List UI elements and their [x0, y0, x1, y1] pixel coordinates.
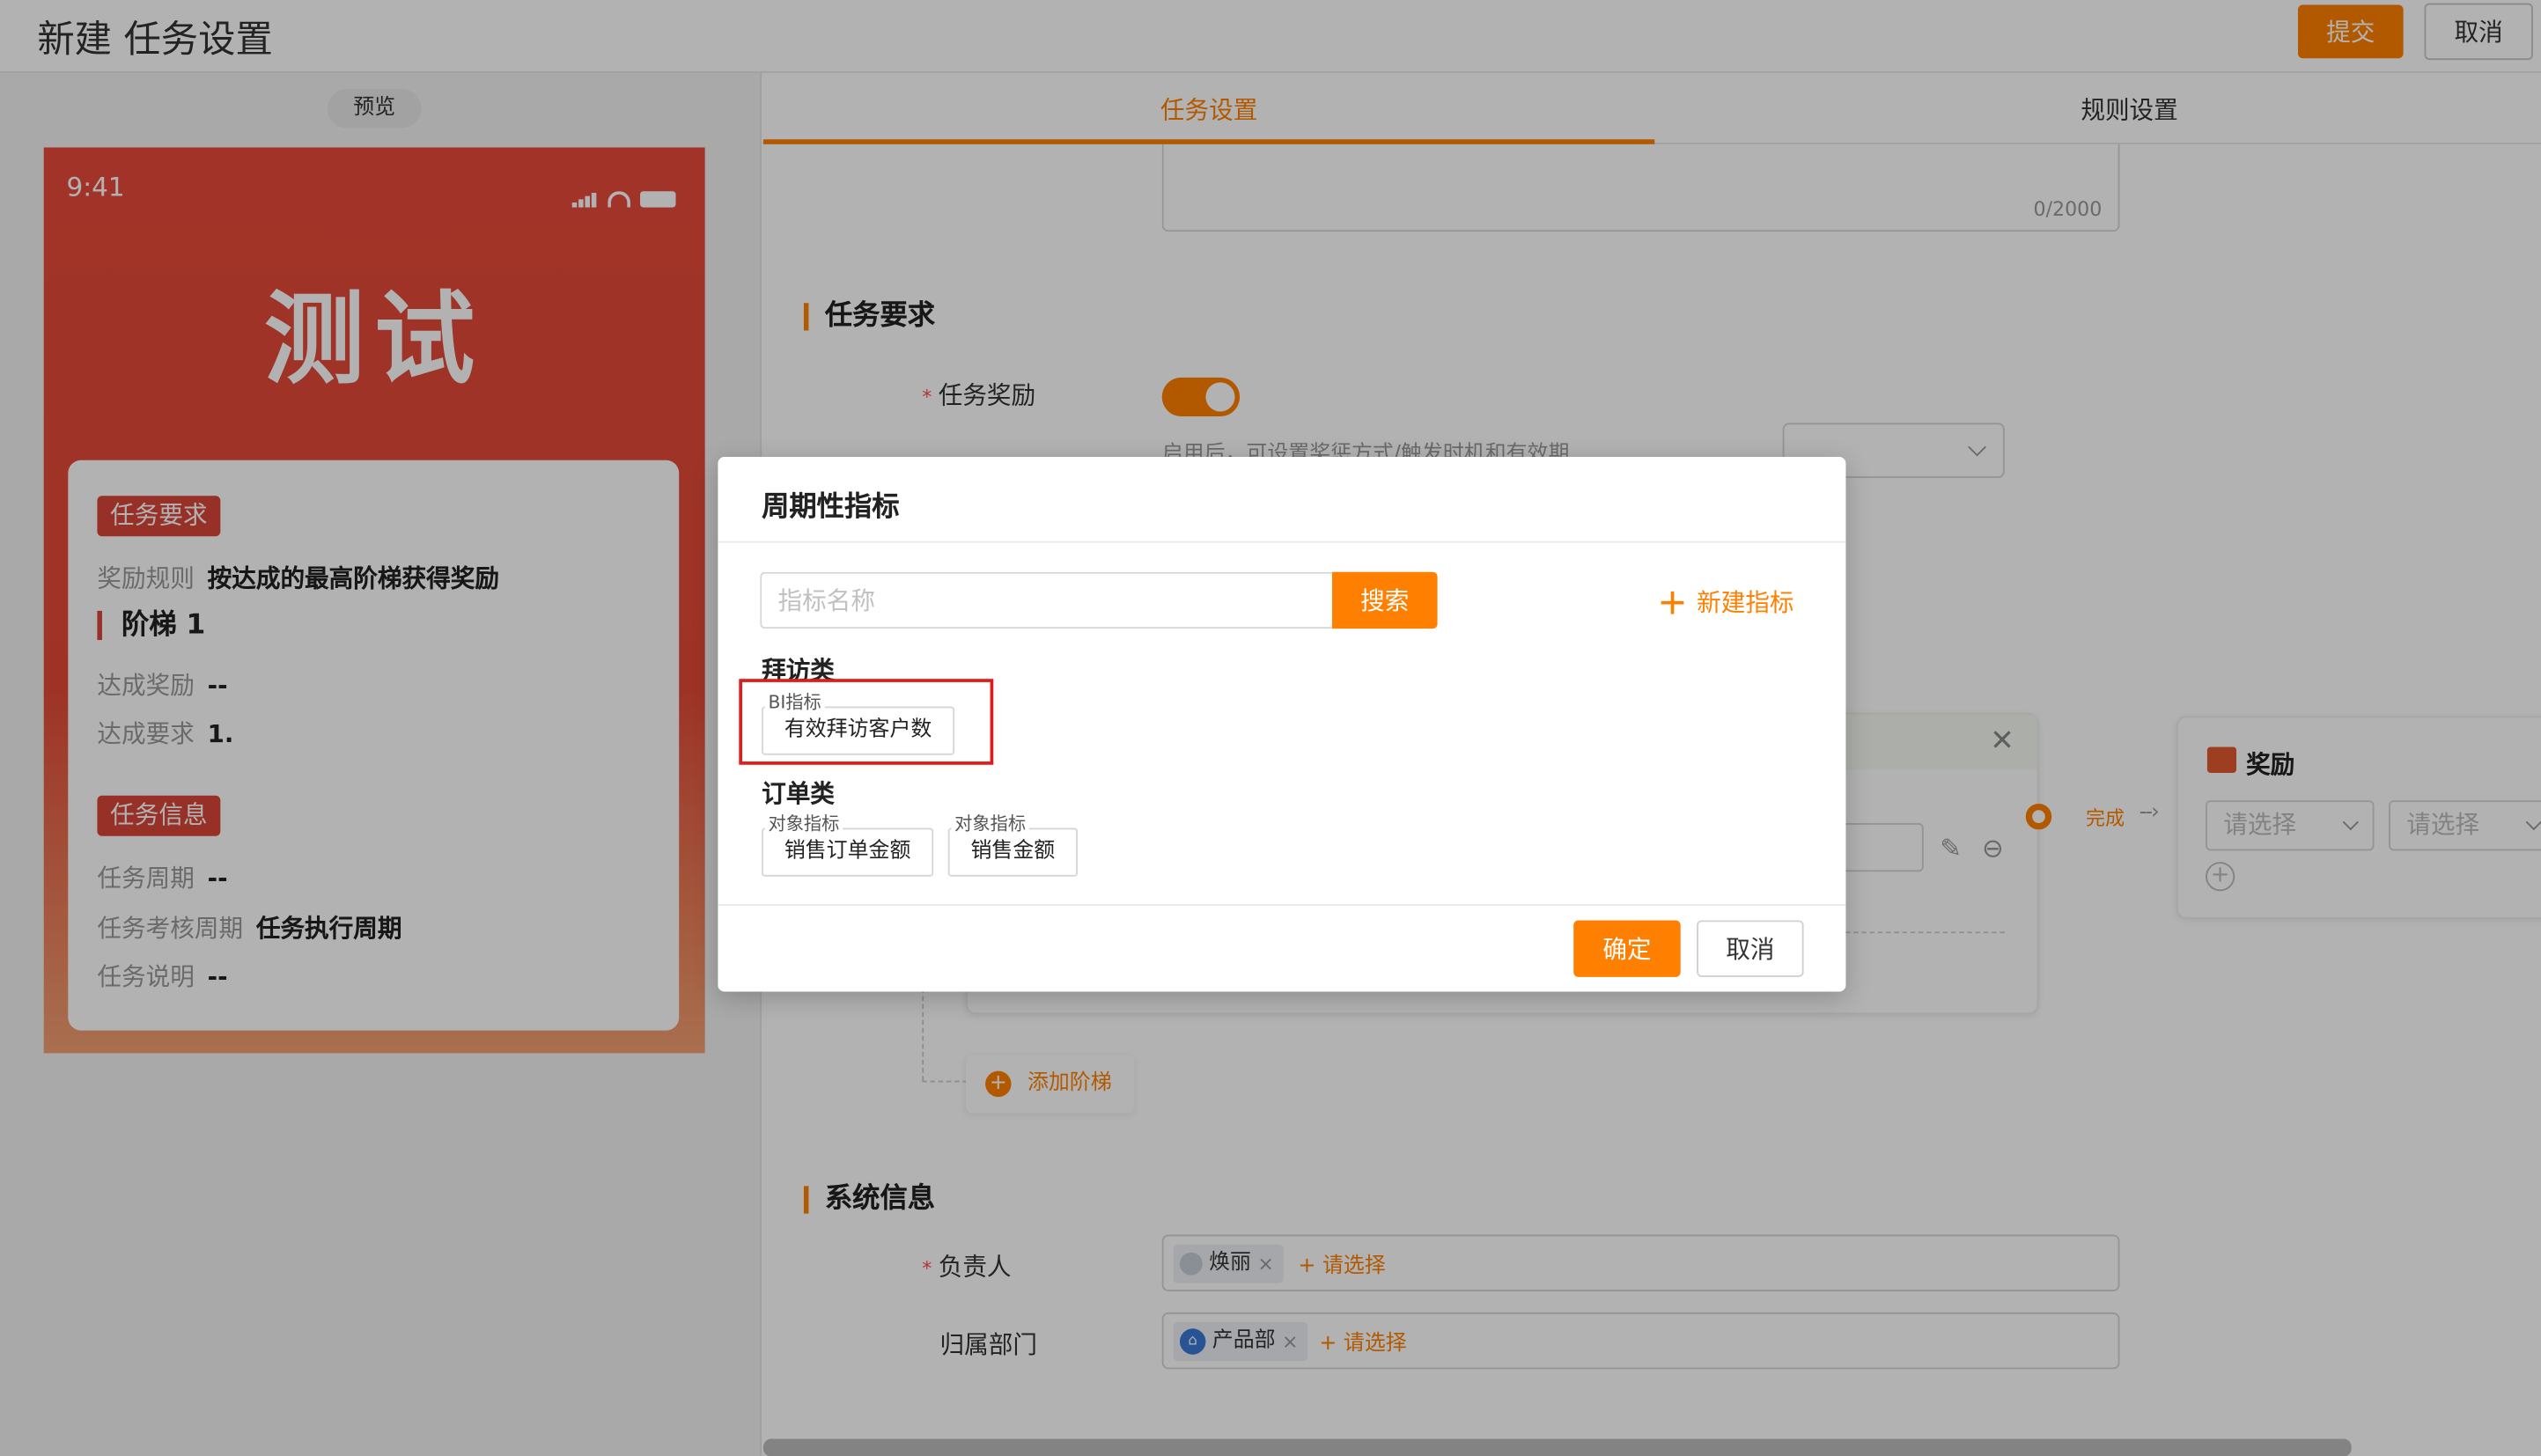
confirm-button[interactable]: 确定 [1573, 920, 1681, 977]
dialog-divider-top [718, 540, 1846, 543]
plus-icon [1661, 590, 1684, 614]
page: 新建 任务设置 提交 取消 预览 9:41 测试 任务要求 奖励规则 按达成的最高… [0, 0, 2541, 1456]
metric-label: 销售金额 [970, 839, 1056, 864]
dialog-divider-bottom [718, 904, 1846, 906]
metric-tag: 对象指标 [951, 814, 1029, 835]
metric-label: 销售订单金额 [784, 839, 911, 864]
metric-item-sales-amount[interactable]: 对象指标 销售金额 [947, 814, 1078, 877]
new-metric-label: 新建指标 [1697, 588, 1794, 618]
new-metric-button[interactable]: 新建指标 [1661, 585, 1794, 619]
dialog-title: 周期性指标 [762, 490, 900, 524]
metric-tag: 对象指标 [764, 814, 843, 835]
metric-search-input[interactable] [760, 571, 1332, 629]
highlight-box [739, 679, 994, 765]
dialog-cancel-button[interactable]: 取消 [1697, 920, 1804, 977]
metric-item-sales-order-amount[interactable]: 对象指标 销售订单金额 [762, 814, 934, 877]
search-button[interactable]: 搜索 [1331, 571, 1438, 629]
category-order: 订单类 [762, 779, 835, 809]
